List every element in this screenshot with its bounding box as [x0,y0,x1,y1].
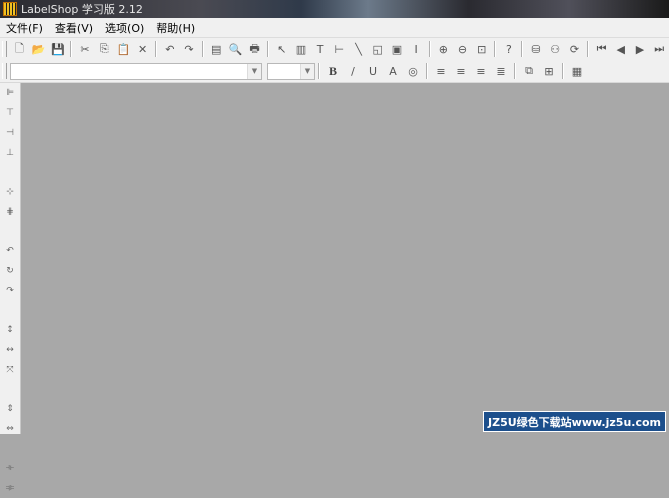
refresh-icon[interactable]: ⟳ [566,40,583,58]
align-top-edge-icon[interactable]: ⊤ [0,103,20,123]
center-vertical-icon[interactable]: ⋕ [0,202,20,222]
rotate-270-icon[interactable]: ↷ [0,281,20,301]
toolbar-separator [267,41,270,57]
print-preview-icon[interactable]: 🔍 [227,40,244,58]
toolbar-separator [514,63,516,79]
ungroup-icon[interactable]: ⊞ [540,62,558,80]
toolbar-separator [521,41,524,57]
layout-sidebar: ⊫ ⊤ ⊣ ⊥ ⊹ ⋕ ↶ ↻ ↷ ↕ ↔ ⤧ ⇕ ⇔ ⟛ ⟚ [0,83,21,493]
underline-icon[interactable]: U [364,62,382,80]
align-center-icon[interactable]: ≡ [452,62,470,80]
group-icon[interactable]: ⧉ [520,62,538,80]
text-icon[interactable]: T [312,40,329,58]
select-pointer-icon[interactable]: ↖ [273,40,290,58]
same-width-icon[interactable]: ↔ [0,340,20,360]
save-icon[interactable]: 💾 [49,40,66,58]
same-height-icon[interactable]: ↕ [0,320,20,340]
undo-icon[interactable]: ↶ [161,40,178,58]
menu-options[interactable]: 选项(O) [99,20,150,36]
toolbar-grip[interactable] [2,63,7,79]
align-justify-icon[interactable]: ≣ [492,62,510,80]
italic-icon[interactable]: / [344,62,362,80]
toolbar-separator [562,63,564,79]
copy-icon[interactable]: ⎘ [96,40,113,58]
database-icon[interactable]: ⛁ [527,40,544,58]
hline-icon[interactable]: ⊢ [331,40,348,58]
toolbar-grip[interactable] [2,41,7,57]
design-canvas[interactable] [21,83,669,434]
toolbar-separator [494,41,497,57]
zoom-in-icon[interactable]: ⊕ [435,40,452,58]
page-setup-icon[interactable]: ▤ [208,40,225,58]
align-left-icon[interactable]: ≡ [432,62,450,80]
print-icon[interactable]: 🖶 [246,40,263,58]
toolbar-separator [428,41,431,57]
find-icon[interactable]: ⚇ [547,40,564,58]
paste-icon[interactable]: 📋 [115,40,132,58]
bold-icon[interactable]: B [324,62,342,80]
prev-record-icon[interactable]: ◀ [612,40,629,58]
format-toolbar: ▼ ▼ B / U A ◎ ≡ ≡ ≡ ≣ ⧉ ⊞ ▦ [0,60,669,83]
zoom-out-icon[interactable]: ⊖ [454,40,471,58]
menu-view[interactable]: 查看(V) [49,20,99,36]
rotate-90-icon[interactable]: ↶ [0,241,20,261]
align-right-icon[interactable]: ≡ [472,62,490,80]
shape-icon[interactable]: ◱ [369,40,386,58]
chevron-down-icon[interactable]: ▼ [247,63,261,79]
space-vertical-icon[interactable]: ⇕ [0,399,20,419]
open-folder-icon[interactable]: 📂 [30,40,47,58]
barcode-icon[interactable]: ▥ [292,40,309,58]
text-color-icon[interactable]: A [384,62,402,80]
center-horizontal-icon[interactable]: ⊹ [0,182,20,202]
align-left-edge-icon[interactable]: ⊫ [0,83,20,103]
window-title: LabelShop 学习版 2.12 [21,3,143,16]
toolbar-separator [201,41,204,57]
main-toolbar: 🗋 📂 💾 ✂ ⎘ 📋 ✕ ↶ ↷ ▤ 🔍 🖶 ↖ ▥ T ⊢ ╲ ◱ ▣ I ⊕ ⊖ ⊡? ⛁ ⚇ ⟳ ⏮ ◀ ▶ ⏭ [0,38,669,61]
vline-icon[interactable]: I [408,40,425,58]
same-size-icon[interactable]: ⤧ [0,360,20,380]
menu-file[interactable]: 文件(F) [0,20,49,36]
font-size-select[interactable]: ▼ [267,62,315,80]
menu-help[interactable]: 帮助(H) [150,20,201,36]
app-icon [3,2,17,16]
distribute-vertical-icon[interactable]: ⟚ [0,478,20,498]
new-doc-icon[interactable]: 🗋 [11,40,28,58]
toolbar-separator [70,41,73,57]
last-record-icon[interactable]: ⏭ [651,40,668,58]
watermark-badge: JZ5U绿色下载站www.jz5u.com [483,411,666,432]
image-icon[interactable]: ▣ [388,40,405,58]
delete-icon[interactable]: ✕ [134,40,151,58]
properties-icon[interactable]: ▦ [568,62,586,80]
cut-icon[interactable]: ✂ [76,40,93,58]
redo-icon[interactable]: ↷ [180,40,197,58]
next-record-icon[interactable]: ▶ [631,40,648,58]
toolbar-separator [155,41,158,57]
menu-bar: 文件(F) 查看(V) 选项(O) 帮助(H) [0,18,669,38]
align-right-edge-icon[interactable]: ⊣ [0,123,20,143]
space-horizontal-icon[interactable]: ⇔ [0,419,20,439]
toolbar-separator [426,63,428,79]
distribute-horizontal-icon[interactable]: ⟛ [0,458,20,478]
chevron-down-icon[interactable]: ▼ [300,63,314,79]
font-name-select[interactable]: ▼ [10,62,262,80]
help-icon[interactable]: ? [500,40,517,58]
color-palette-icon[interactable]: ◎ [404,62,422,80]
line-icon[interactable]: ╲ [350,40,367,58]
first-record-icon[interactable]: ⏮ [593,40,610,58]
zoom-fit-icon[interactable]: ⊡ [473,40,490,58]
rotate-180-icon[interactable]: ↻ [0,261,20,281]
title-bar: LabelShop 学习版 2.12 [0,0,669,18]
align-bottom-edge-icon[interactable]: ⊥ [0,143,20,163]
toolbar-separator [318,63,320,79]
toolbar-separator [587,41,589,57]
